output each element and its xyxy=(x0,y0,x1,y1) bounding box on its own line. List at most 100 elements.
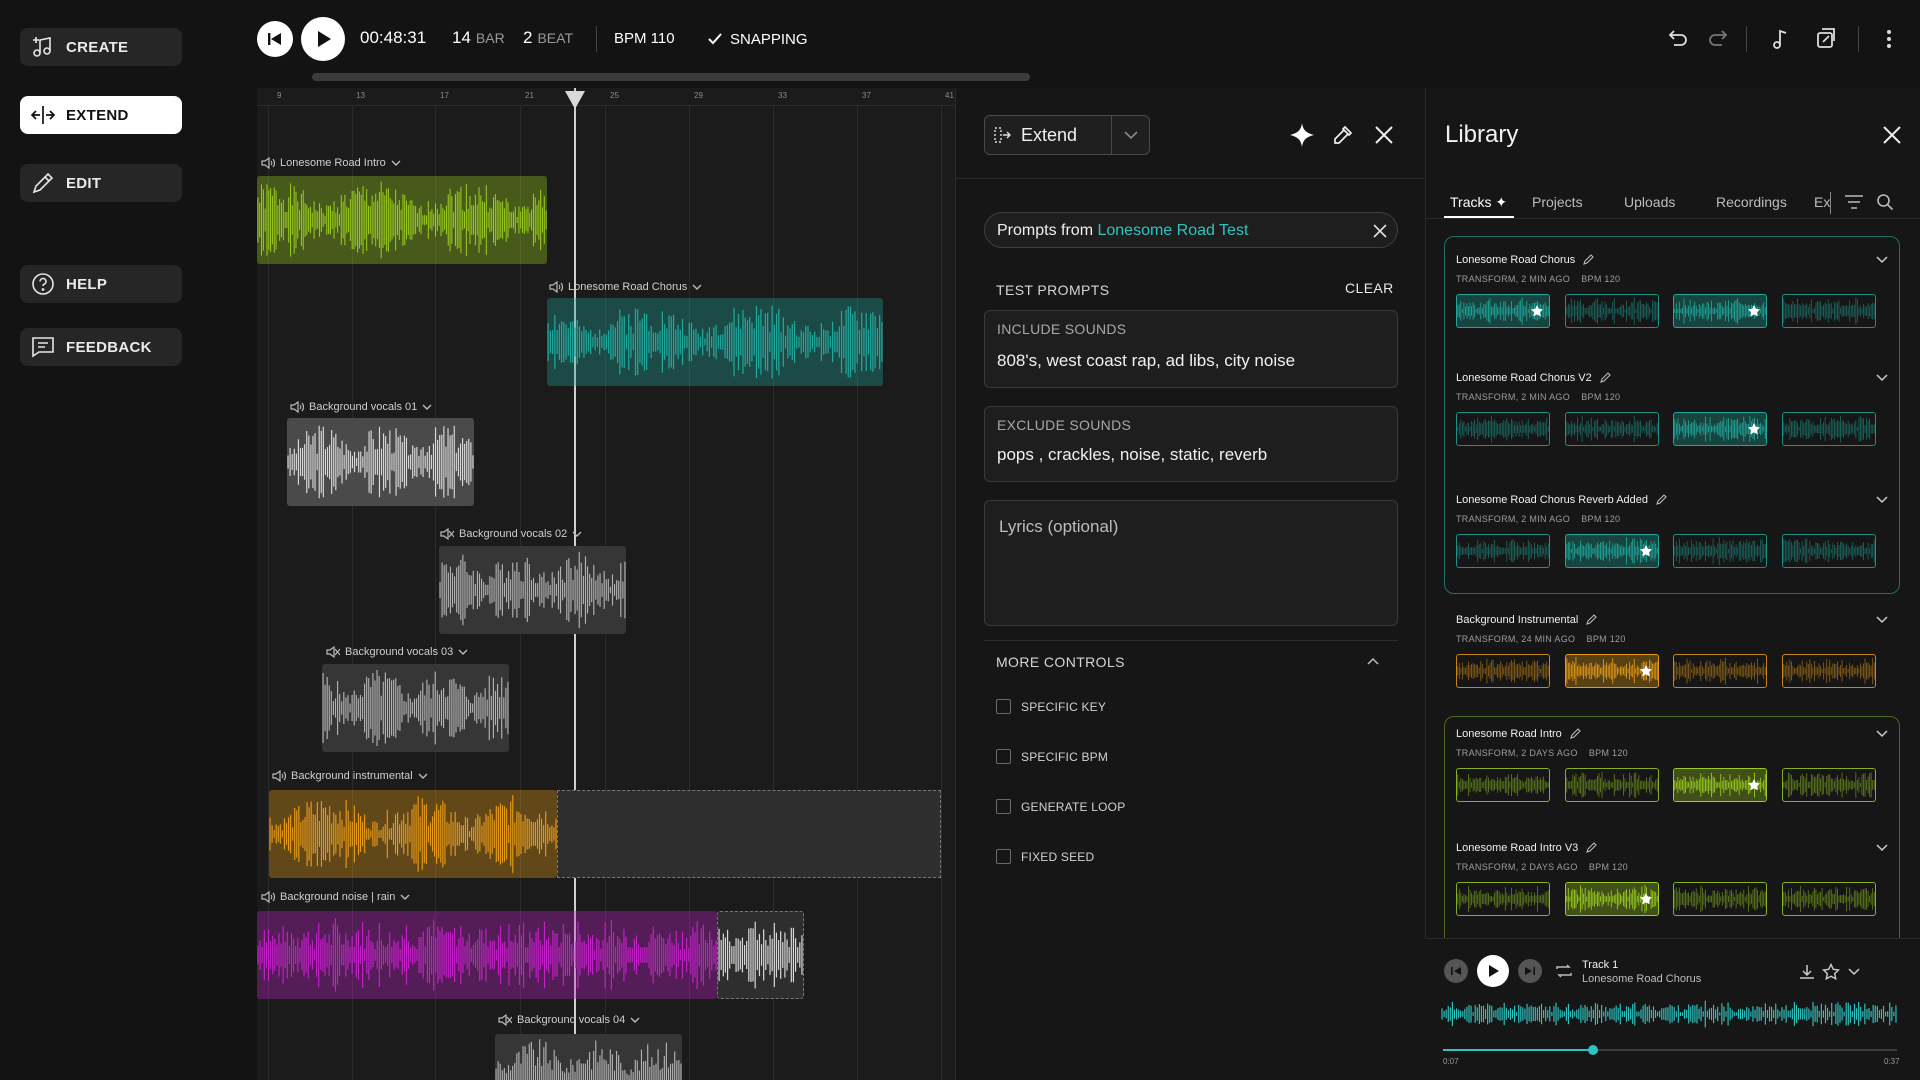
chevron-down-icon[interactable] xyxy=(1876,844,1888,852)
variation-thumbnail[interactable] xyxy=(1781,768,1876,802)
library-track-card[interactable]: Lonesome Road Chorus V2 TRANSFORM, 2 MIN … xyxy=(1444,354,1900,464)
variation-thumbnail[interactable] xyxy=(1673,882,1767,916)
variation-thumbnail[interactable] xyxy=(1781,882,1876,916)
progress-track[interactable] xyxy=(1443,1045,1897,1055)
skip-back-button[interactable] xyxy=(257,21,293,57)
track-header[interactable]: Background vocals 03 xyxy=(326,646,468,658)
variation-thumbnail[interactable] xyxy=(1781,654,1876,688)
download-icon[interactable] xyxy=(1798,963,1816,981)
create-button[interactable]: CREATE xyxy=(20,28,182,66)
undo-button[interactable] xyxy=(1664,25,1692,53)
clear-button[interactable]: CLEAR xyxy=(1345,280,1394,296)
chevron-down-icon[interactable] xyxy=(422,403,432,411)
repeat-icon[interactable] xyxy=(1554,961,1574,981)
previous-track-button[interactable] xyxy=(1444,959,1468,983)
chevron-down-icon[interactable] xyxy=(1876,730,1888,738)
speaker-icon[interactable] xyxy=(290,401,304,413)
specific-bpm-checkbox[interactable]: SPECIFIC BPM xyxy=(996,749,1108,764)
star-filled-icon[interactable] xyxy=(1530,304,1544,318)
chevron-down-icon[interactable] xyxy=(400,893,410,901)
close-icon[interactable] xyxy=(1373,224,1387,238)
star-filled-icon[interactable] xyxy=(1747,304,1761,318)
variation-thumbnail[interactable] xyxy=(1456,294,1550,328)
timeline[interactable]: 9 13 17 21 25 29 33 37 41 Lonesome Road … xyxy=(257,88,955,1080)
library-track-card[interactable]: Lonesome Road Chorus Reverb Added TRANSFO… xyxy=(1444,476,1900,586)
music-note-button[interactable] xyxy=(1766,25,1794,53)
snapping-toggle[interactable]: SNAPPING xyxy=(706,30,808,48)
variation-thumbnail[interactable] xyxy=(1564,534,1659,568)
star-filled-icon[interactable] xyxy=(1639,892,1653,906)
speaker-icon[interactable] xyxy=(549,281,563,293)
player-play-button[interactable] xyxy=(1477,955,1509,987)
library-track-card[interactable]: Lonesome Road Intro TRANSFORM, 2 DAYS AGO… xyxy=(1444,710,1900,820)
chevron-down-icon[interactable] xyxy=(1876,616,1888,624)
track-header[interactable]: Background vocals 04 xyxy=(498,1014,640,1026)
speaker-icon[interactable] xyxy=(261,157,275,169)
chevron-down-icon[interactable] xyxy=(391,159,401,167)
audio-clip[interactable] xyxy=(439,546,626,634)
chevron-down-icon[interactable] xyxy=(1876,374,1888,382)
close-library-button[interactable] xyxy=(1878,121,1906,149)
prompts-source-chip[interactable]: Prompts from Lonesome Road Test xyxy=(984,212,1398,248)
include-sounds-value[interactable]: 808's, west coast rap, ad libs, city noi… xyxy=(997,351,1295,371)
speaker-icon[interactable] xyxy=(261,891,275,903)
track-header[interactable]: Lonesome Road Intro xyxy=(261,157,401,169)
help-button[interactable]: HELP xyxy=(20,265,182,303)
track-header[interactable]: Lonesome Road Chorus xyxy=(549,281,702,293)
audio-clip[interactable] xyxy=(257,176,547,264)
tab-recordings[interactable]: Recordings xyxy=(1716,194,1787,210)
variation-thumbnail[interactable] xyxy=(1456,882,1550,916)
feedback-button[interactable]: FEEDBACK xyxy=(20,328,182,366)
export-button[interactable] xyxy=(1812,25,1840,53)
variation-thumbnail[interactable] xyxy=(1564,768,1659,802)
pencil-icon[interactable] xyxy=(1599,372,1611,384)
player-waveform[interactable] xyxy=(1441,999,1897,1029)
more-controls-header[interactable] xyxy=(984,640,1398,641)
mode-dropdown[interactable]: Extend xyxy=(984,115,1150,155)
bpm-display[interactable]: BPM 110 xyxy=(614,30,675,47)
tab-ex[interactable]: Ex xyxy=(1814,194,1830,210)
filter-icon[interactable] xyxy=(1844,194,1864,210)
variation-thumbnail[interactable] xyxy=(1456,534,1550,568)
audio-clip[interactable] xyxy=(322,664,509,752)
speaker-icon[interactable] xyxy=(272,770,286,782)
variation-thumbnail[interactable] xyxy=(1564,294,1659,328)
extend-region[interactable] xyxy=(717,911,804,999)
variation-thumbnail[interactable] xyxy=(1673,654,1767,688)
variation-thumbnail[interactable] xyxy=(1781,534,1876,568)
chevron-down-icon[interactable] xyxy=(1848,968,1860,976)
chevron-down-icon[interactable] xyxy=(630,1016,640,1024)
audio-clip[interactable] xyxy=(257,911,717,999)
variation-thumbnail[interactable] xyxy=(1781,412,1876,446)
audio-clip[interactable] xyxy=(547,298,883,386)
audio-clip[interactable] xyxy=(495,1034,682,1080)
exclude-sounds-value[interactable]: pops , crackles, noise, static, reverb xyxy=(997,445,1267,465)
audio-clip[interactable] xyxy=(269,790,557,878)
extend-region[interactable] xyxy=(557,790,941,878)
track-header[interactable]: Background instrumental xyxy=(272,770,428,782)
chevron-down-icon[interactable] xyxy=(1876,256,1888,264)
progress-handle[interactable] xyxy=(1587,1045,1598,1055)
checkbox[interactable] xyxy=(996,849,1011,864)
next-track-button[interactable] xyxy=(1518,959,1542,983)
variation-thumbnail[interactable] xyxy=(1781,294,1876,328)
lyrics-field[interactable]: Lyrics (optional) xyxy=(984,500,1398,626)
pencil-icon[interactable] xyxy=(1582,254,1595,266)
variation-thumbnail[interactable] xyxy=(1564,654,1659,688)
specific-key-checkbox[interactable]: SPECIFIC KEY xyxy=(996,699,1106,714)
chevron-down-icon[interactable] xyxy=(692,283,702,291)
checkbox[interactable] xyxy=(996,799,1011,814)
pencil-icon[interactable] xyxy=(1655,494,1667,506)
tab-projects[interactable]: Projects xyxy=(1532,194,1583,210)
star-filled-icon[interactable] xyxy=(1639,544,1653,558)
chevron-up-icon[interactable] xyxy=(1367,657,1379,665)
audio-clip[interactable] xyxy=(287,418,474,506)
fixed-seed-checkbox[interactable]: FIXED SEED xyxy=(996,849,1094,864)
star-filled-icon[interactable] xyxy=(1639,664,1653,678)
include-sounds-field[interactable]: INCLUDE SOUNDS 808's, west coast rap, ad… xyxy=(984,310,1398,388)
variation-thumbnail[interactable] xyxy=(1456,412,1550,446)
variation-thumbnail[interactable] xyxy=(1564,412,1659,446)
pencil-icon[interactable] xyxy=(1569,728,1581,740)
edit-button[interactable]: EDIT xyxy=(20,164,182,202)
chevron-down-icon[interactable] xyxy=(418,772,428,780)
